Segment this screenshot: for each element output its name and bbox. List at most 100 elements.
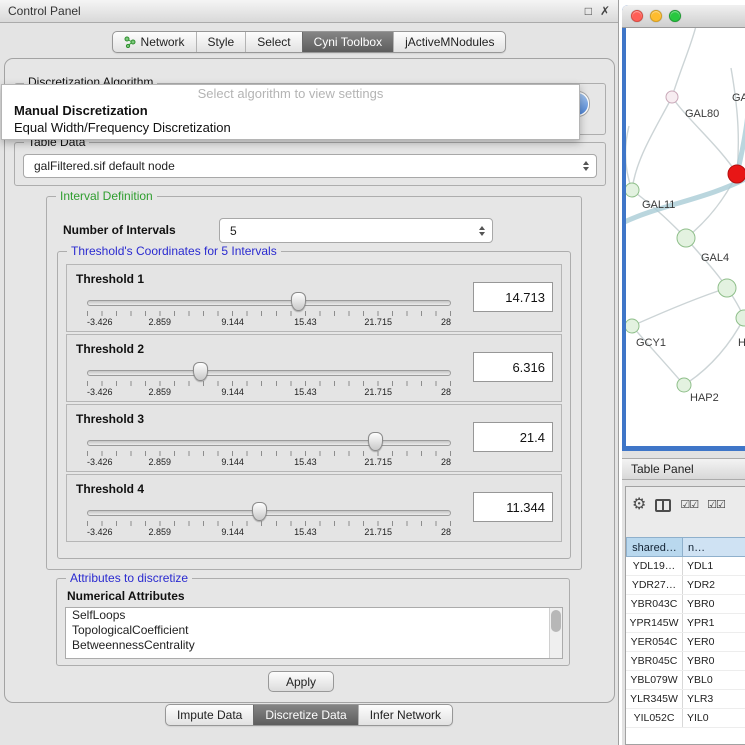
slider-thumb[interactable] <box>193 362 208 381</box>
list-item-selfloops[interactable]: SelfLoops <box>66 608 562 623</box>
window-controls: □ ✗ <box>585 5 610 17</box>
network-node-highlighted <box>728 165 745 183</box>
network-icon <box>124 36 136 48</box>
tab-style[interactable]: Style <box>196 32 246 52</box>
slider-track[interactable] <box>87 440 451 446</box>
column-header-name[interactable]: n… <box>683 537 745 557</box>
tab-discretize-data-label: Discretize Data <box>265 708 346 722</box>
slider-track[interactable] <box>87 510 451 516</box>
list-item-betweennesscentrality[interactable]: BetweennessCentrality <box>66 638 562 653</box>
screen: Control Panel □ ✗ Network <box>0 0 745 745</box>
settings-gear-button[interactable]: ⚙ <box>632 497 646 513</box>
tick-label: 28 <box>441 527 451 537</box>
table-row[interactable]: YBR043C YBR0 <box>626 595 745 614</box>
slider-track[interactable] <box>87 370 451 376</box>
list-scrollbar-thumb[interactable] <box>551 610 561 632</box>
column-header-shared-name[interactable]: shared… <box>626 537 683 557</box>
dropdown-option-manual-discretization[interactable]: Manual Discretization <box>2 102 579 119</box>
tab-select-label: Select <box>257 35 290 49</box>
tab-cyni-toolbox-label: Cyni Toolbox <box>314 35 382 49</box>
threshold-4-slider[interactable]: -3.426 2.859 9.144 15.43 21.715 28 <box>87 501 451 537</box>
mac-zoom-button[interactable] <box>669 10 681 22</box>
column-chooser-button[interactable] <box>655 499 671 512</box>
slider-thumb[interactable] <box>368 432 383 451</box>
tick-label: 21.715 <box>364 527 392 537</box>
tick-label: 15.43 <box>294 317 317 327</box>
tick-label: 21.715 <box>364 457 392 467</box>
tab-select[interactable]: Select <box>245 32 301 52</box>
float-window-button[interactable]: □ <box>585 5 592 17</box>
table-row[interactable]: YDR27… YDR2 <box>626 576 745 595</box>
interval-definition-group: Interval Definition Number of Intervals … <box>46 196 582 570</box>
cell-name: YBL0 <box>683 671 745 689</box>
tick-label: 9.144 <box>221 457 244 467</box>
cell-name: YIL0 <box>683 709 745 727</box>
network-view-window: GAL80 GA GAL11 GAL4 GCY1 H HAP2 <box>622 5 745 451</box>
slider-track[interactable] <box>87 300 451 306</box>
table-row[interactable]: YBL079W YBL0 <box>626 671 745 690</box>
slider-thumb[interactable] <box>291 292 306 311</box>
table-data-select[interactable]: galFiltered.sif default node <box>23 154 597 178</box>
table-panel-title: Table Panel <box>631 462 694 476</box>
threshold-2-value-field[interactable]: 6.316 <box>473 352 553 382</box>
tick-label: 21.715 <box>364 317 392 327</box>
cell-shared-name: YDR27… <box>626 576 683 594</box>
network-node <box>677 378 691 392</box>
dropdown-option-equal-width-frequency[interactable]: Equal Width/Frequency Discretization <box>2 119 579 136</box>
tick-label: 28 <box>441 457 451 467</box>
slider-tick-labels: -3.426 2.859 9.144 15.43 21.715 28 <box>87 457 451 468</box>
tab-infer-network-label: Infer Network <box>370 708 441 722</box>
tick-label: 15.43 <box>294 387 317 397</box>
table-row[interactable]: YLR345W YLR3 <box>626 690 745 709</box>
slider-thumb[interactable] <box>252 502 267 521</box>
threshold-1-slider[interactable]: -3.426 2.859 9.144 15.43 21.715 28 <box>87 291 451 327</box>
table-body: YDL19… YDL1 YDR27… YDR2 YBR043C YBR0 YPR… <box>626 557 745 744</box>
apply-button[interactable]: Apply <box>268 671 334 692</box>
threshold-2-panel: Threshold 2 -3.426 2.859 9.144 15.43 21.… <box>66 334 562 402</box>
mac-close-button[interactable] <box>631 10 643 22</box>
table-row[interactable]: YBR045C YBR0 <box>626 652 745 671</box>
cell-name: YBR0 <box>683 652 745 670</box>
tab-infer-network[interactable]: Infer Network <box>358 705 452 725</box>
network-graph <box>626 28 745 446</box>
tab-jactivemodules[interactable]: jActiveMNodules <box>393 32 505 52</box>
top-tab-segments: Network Style Select Cyni Toolbox jActiv… <box>112 31 507 53</box>
cell-shared-name: YBL079W <box>626 671 683 689</box>
deselect-rows-button[interactable]: ☑☑ <box>707 500 725 511</box>
cell-shared-name: YBR043C <box>626 595 683 613</box>
tab-impute-data[interactable]: Impute Data <box>166 705 253 725</box>
tab-network[interactable]: Network <box>113 32 196 52</box>
up-arrow-icon <box>583 161 589 165</box>
interval-definition-group-label: Interval Definition <box>56 189 157 203</box>
tick-label: 28 <box>441 317 451 327</box>
close-window-button[interactable]: ✗ <box>600 5 610 17</box>
list-item-topologicalcoefficient[interactable]: TopologicalCoefficient <box>66 623 562 638</box>
tab-cyni-toolbox[interactable]: Cyni Toolbox <box>302 32 393 52</box>
threshold-3-slider[interactable]: -3.426 2.859 9.144 15.43 21.715 28 <box>87 431 451 467</box>
mac-minimize-button[interactable] <box>650 10 662 22</box>
threshold-2-label: Threshold 2 <box>76 342 144 356</box>
threshold-1-label: Threshold 1 <box>76 272 144 286</box>
threshold-4-value-field[interactable]: 11.344 <box>473 492 553 522</box>
cell-name: YPR1 <box>683 614 745 632</box>
threshold-1-value-field[interactable]: 14.713 <box>473 282 553 312</box>
list-scrollbar[interactable] <box>549 608 562 658</box>
num-intervals-select[interactable]: 5 <box>219 218 493 243</box>
tab-discretize-data[interactable]: Discretize Data <box>253 705 357 725</box>
node-label: HAP2 <box>690 392 719 404</box>
threshold-coordinates-group-label: Threshold's Coordinates for 5 Intervals <box>67 244 281 258</box>
threshold-3-value-field[interactable]: 21.4 <box>473 422 553 452</box>
node-label: H <box>738 337 745 349</box>
tick-label: 21.715 <box>364 387 392 397</box>
threshold-2-slider[interactable]: -3.426 2.859 9.144 15.43 21.715 28 <box>87 361 451 397</box>
table-row[interactable]: YPR145W YPR1 <box>626 614 745 633</box>
table-row[interactable]: YDL19… YDL1 <box>626 557 745 576</box>
select-all-rows-button[interactable]: ☑☑ <box>680 500 698 511</box>
cell-name: YBR0 <box>683 595 745 613</box>
table-row[interactable]: YER054C YER0 <box>626 633 745 652</box>
slider-tick-labels: -3.426 2.859 9.144 15.43 21.715 28 <box>87 387 451 398</box>
network-canvas[interactable]: GAL80 GA GAL11 GAL4 GCY1 H HAP2 <box>626 28 745 446</box>
tab-style-label: Style <box>208 35 235 49</box>
tick-label: 9.144 <box>221 527 244 537</box>
table-row[interactable]: YIL052C YIL0 <box>626 709 745 728</box>
